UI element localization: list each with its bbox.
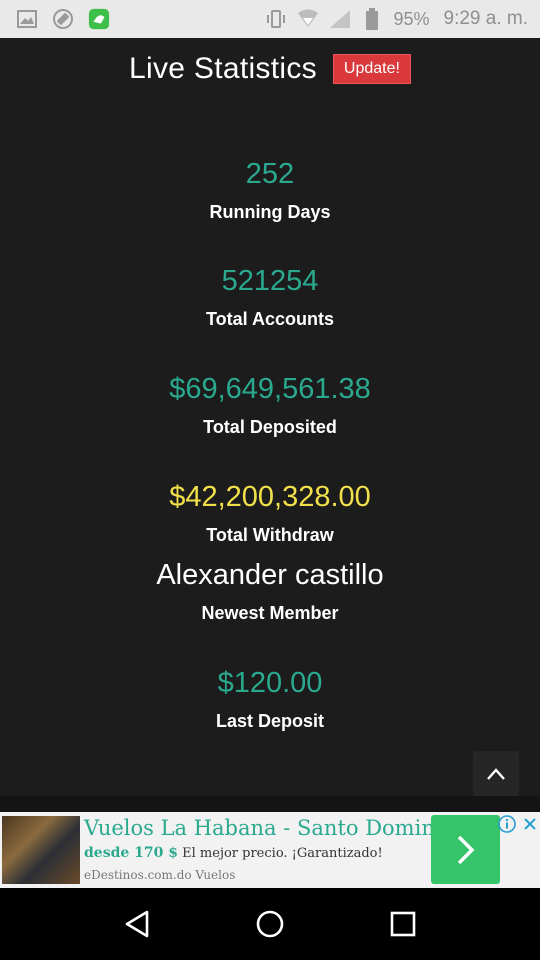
stat-running-days: 252 Running Days [0, 158, 540, 222]
recents-square-icon [391, 911, 416, 937]
app-notification-icon [88, 8, 110, 30]
stat-value: $42,200,328.00 [169, 481, 371, 513]
chevron-right-icon [457, 835, 474, 864]
ad-source: eDestinos.com.do Vuelos [84, 868, 236, 882]
ad-banner[interactable]: Vuelos La Habana - Santo Domingo desde 1… [0, 812, 540, 888]
battery-icon [361, 8, 383, 30]
home-button[interactable] [250, 904, 290, 944]
recents-button[interactable] [383, 904, 423, 944]
stat-last-deposit: $120.00 Last Deposit [0, 667, 540, 731]
image-icon [16, 8, 38, 30]
back-button[interactable] [117, 904, 157, 944]
clock: 9:29 a. m. [443, 8, 529, 29]
vibrate-icon [265, 8, 287, 30]
stat-value: 521254 [221, 265, 319, 297]
stats-header: Live Statistics Update! [0, 52, 540, 86]
wifi-icon [297, 8, 319, 30]
navigation-bar [0, 888, 540, 960]
battery-percent: 95% [393, 8, 430, 29]
stat-label: Running Days [209, 202, 331, 222]
stat-label: Total Accounts [205, 309, 334, 329]
stat-label: Total Withdraw [206, 525, 334, 545]
stat-value: Alexander castillo [156, 559, 384, 591]
back-triangle-icon [125, 910, 148, 938]
ad-open-button[interactable] [431, 815, 500, 884]
ad-image[interactable] [2, 816, 80, 884]
stat-value: 252 [245, 158, 295, 190]
signal-icon [329, 8, 351, 30]
ad-tagline: El mejor precio. ¡Garantizado! [182, 846, 383, 861]
update-button[interactable]: Update! [332, 54, 411, 84]
status-bar: 95% 9:29 a. m. [0, 0, 540, 38]
stat-label: Last Deposit [215, 711, 325, 731]
ad-info-button[interactable] [497, 814, 517, 834]
info-icon [498, 815, 516, 833]
stat-value: $120.00 [217, 667, 323, 699]
ad-close-button[interactable] [520, 814, 540, 834]
ad-price: desde 170 $ [84, 845, 178, 861]
stats-panel: Live Statistics Update! 252 Running Days… [0, 38, 540, 797]
stat-label: Total Deposited [203, 417, 337, 437]
close-icon [524, 818, 536, 830]
chevron-up-icon [487, 768, 505, 780]
stat-newest-member: Alexander castillo Newest Member [0, 559, 540, 623]
stat-total-deposited: $69,649,561.38 Total Deposited [0, 373, 540, 437]
page-title: Live Statistics [129, 52, 317, 85]
ad-description: desde 170 $ El mejor precio. ¡Garantizad… [84, 845, 383, 861]
stat-label: Newest Member [201, 603, 339, 623]
stat-value: $69,649,561.38 [169, 373, 371, 405]
divider [0, 796, 540, 812]
rotation-icon [52, 8, 74, 30]
stat-total-accounts: 521254 Total Accounts [0, 265, 540, 329]
stat-total-withdraw: $42,200,328.00 Total Withdraw [0, 481, 540, 545]
home-circle-icon [256, 910, 284, 938]
scroll-to-top-button[interactable] [473, 751, 519, 797]
ad-title[interactable]: Vuelos La Habana - Santo Domingo [84, 816, 461, 840]
